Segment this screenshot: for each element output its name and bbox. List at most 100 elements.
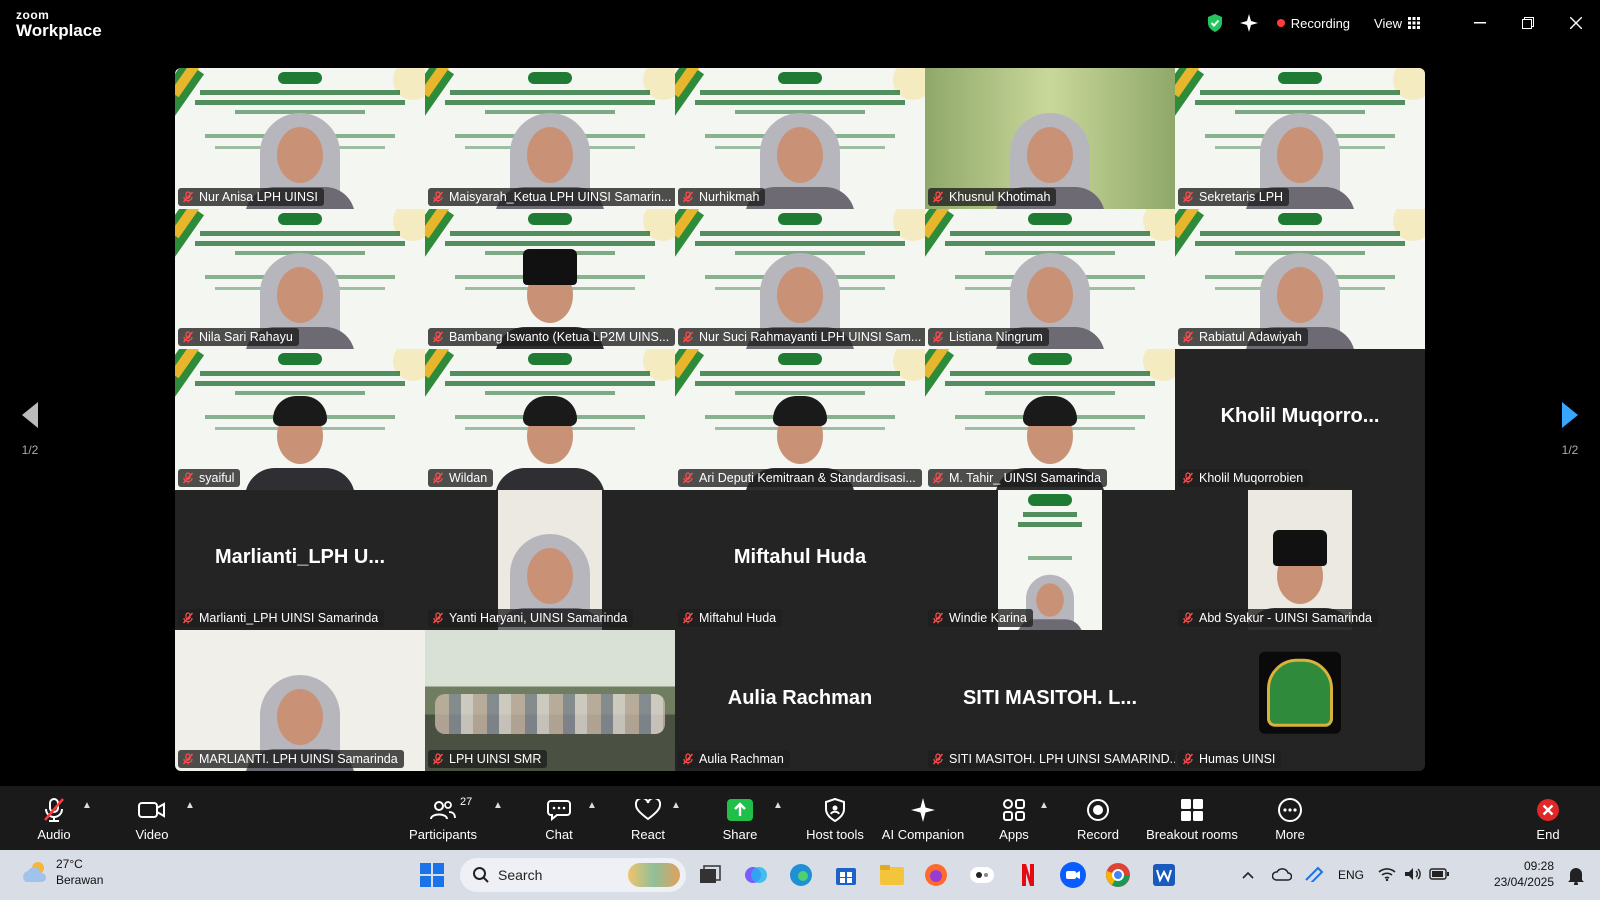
microsoft-store-icon[interactable] (830, 859, 862, 891)
participant-tile[interactable]: Nurhikmah (675, 68, 925, 209)
participant-tile[interactable]: syaiful (175, 349, 425, 490)
participant-tile[interactable]: Yanti Haryani, UINSI Samarinda (425, 489, 675, 631)
copilot-icon[interactable] (740, 859, 772, 891)
participant-tile[interactable]: M. Tahir_ UINSI Samarinda (925, 349, 1175, 490)
cloud-sun-icon (23, 862, 47, 882)
view-button[interactable]: View (1374, 16, 1420, 31)
participant-name: Nurhikmah (699, 189, 760, 204)
participant-tile[interactable]: Miftahul Huda Miftahul Huda (675, 489, 925, 631)
participant-tile[interactable]: Abd Syakur - UINSI Samarinda (1175, 489, 1425, 631)
mic-muted-icon (432, 472, 444, 484)
breakout-rooms-button[interactable]: Breakout rooms (1146, 786, 1238, 850)
record-button[interactable]: Record (1075, 786, 1121, 850)
participant-tile[interactable]: Nur Anisa LPH UINSI (175, 68, 425, 209)
taskbar-clock[interactable]: 09:28 23/04/2025 (1494, 858, 1554, 890)
start-windows-icon[interactable] (416, 859, 448, 891)
participant-tile[interactable]: Sekretaris LPH (1175, 68, 1425, 209)
react-options-caret-icon[interactable]: ▲ (671, 800, 681, 811)
react-button[interactable]: React (628, 786, 668, 850)
chat-options-caret-icon[interactable]: ▲ (587, 800, 597, 811)
taskbar-search-box[interactable]: Search (460, 858, 686, 892)
participant-tile[interactable]: Windie Karina (925, 489, 1175, 631)
pen-ime-icon[interactable] (1298, 866, 1330, 885)
encryption-shield-icon[interactable] (1201, 0, 1229, 46)
cloud-sync-icon[interactable] (1266, 867, 1298, 884)
language-indicator[interactable]: ENG (1338, 868, 1374, 882)
audio-options-caret-icon[interactable]: ▲ (82, 800, 92, 811)
recording-indicator[interactable]: Recording (1276, 16, 1350, 31)
wifi-icon[interactable] (1374, 867, 1400, 884)
volume-icon[interactable] (1400, 867, 1426, 884)
netflix-icon[interactable] (1012, 859, 1044, 891)
participant-name: Bambang Iswanto (Ketua LP2M UINS... (449, 330, 670, 345)
share-options-caret-icon[interactable]: ▲ (773, 800, 783, 811)
more-button[interactable]: More (1270, 786, 1310, 850)
page-indicator-left: 1/2 (21, 443, 39, 457)
apps-options-caret-icon[interactable]: ▲ (1039, 800, 1049, 811)
host-tools-button[interactable]: Host tools (803, 786, 867, 850)
weather-condition: Berawan (56, 873, 104, 887)
close-window-icon[interactable] (1552, 0, 1600, 46)
participant-tile[interactable]: Listiana Ningrum (925, 208, 1175, 350)
participant-tile[interactable]: Aulia Rachman Aulia Rachman (675, 630, 925, 771)
participant-name-label: Nur Suci Rahmayanti LPH UINSI Sam... (678, 328, 925, 347)
weather-widget[interactable]: 27°C Berawan (20, 856, 103, 888)
participant-tile[interactable]: Bambang Iswanto (Ketua LP2M UINS... (425, 208, 675, 350)
battery-icon[interactable] (1426, 867, 1452, 883)
video-button[interactable]: Video (130, 786, 174, 850)
chat-button[interactable]: Chat (538, 786, 580, 850)
mic-muted-icon (1182, 612, 1194, 624)
next-page-button[interactable]: 1/2 (1550, 400, 1590, 457)
participant-tile[interactable]: Kholil Muqorro... Kholil Muqorrobien (1175, 349, 1425, 490)
clock-date: 23/04/2025 (1493, 875, 1554, 889)
notification-bell-icon[interactable] (1560, 859, 1592, 891)
brand-small: zoom (16, 8, 50, 22)
participant-tile[interactable]: Rabiatul Adawiyah (1175, 208, 1425, 350)
mic-muted-icon (182, 331, 194, 343)
video-options-caret-icon[interactable]: ▲ (185, 800, 195, 811)
participant-tile[interactable]: Nila Sari Rahayu (175, 208, 425, 350)
participant-tile[interactable]: Khusnul Khotimah (925, 68, 1175, 209)
end-meeting-button[interactable]: End (1528, 786, 1568, 850)
grid-icon (1408, 17, 1420, 29)
react-label: React (631, 826, 665, 842)
ai-sparkle-icon[interactable] (1235, 0, 1263, 46)
tray-overflow-chevron-icon[interactable] (1236, 868, 1260, 882)
participant-tile[interactable]: Humas UINSI (1175, 630, 1425, 771)
task-view-icon[interactable] (694, 859, 726, 891)
minimize-window-icon[interactable] (1456, 0, 1504, 46)
participants-options-caret-icon[interactable]: ▲ (493, 800, 503, 811)
audio-label: Audio (37, 826, 71, 842)
participant-name: Miftahul Huda (699, 611, 777, 626)
zoom-taskbar-icon[interactable] (1057, 859, 1089, 891)
audio-button[interactable]: Audio (34, 786, 74, 850)
apps-button[interactable]: Apps (994, 786, 1034, 850)
edge-browser-icon[interactable] (785, 859, 817, 891)
participant-name-label: Khusnul Khotimah (928, 187, 1057, 206)
webcam-app-icon[interactable] (966, 859, 998, 891)
end-call-icon (1537, 798, 1559, 821)
file-explorer-icon[interactable] (876, 859, 908, 891)
previous-page-button[interactable]: 1/2 (10, 400, 50, 457)
participant-tile[interactable]: Nur Suci Rahmayanti LPH UINSI Sam... (675, 208, 925, 350)
mic-muted-icon (44, 797, 64, 822)
word-icon[interactable] (1148, 859, 1180, 891)
participant-tile[interactable]: SITI MASITOH. L... SITI MASITOH. LPH UINS… (925, 630, 1175, 771)
participant-tile[interactable]: Wildan (425, 349, 675, 490)
participant-video-person (245, 376, 355, 490)
chrome-icon[interactable] (1102, 859, 1134, 891)
ai-companion-button[interactable]: AI Companion (880, 786, 966, 850)
participant-tile[interactable]: LPH UINSI SMR (425, 630, 675, 771)
participant-name: Ari Deputi Kemitraan & Standardisasi... (699, 470, 916, 485)
participant-tile[interactable]: Maisyarah_Ketua LPH UINSI Samarin... (425, 68, 675, 209)
participant-tile[interactable]: Ari Deputi Kemitraan & Standardisasi... (675, 349, 925, 490)
chat-bubble-icon (547, 799, 571, 821)
firefox-icon[interactable] (920, 859, 952, 891)
participant-tile[interactable]: MARLIANTI. LPH UINSI Samarinda (175, 630, 425, 771)
mic-muted-icon (1182, 472, 1194, 484)
mic-muted-icon (182, 612, 194, 624)
participant-tile[interactable]: Marlianti_LPH U... Marlianti_LPH UINSI Sa… (175, 489, 425, 631)
participant-name: Windie Karina (949, 611, 1027, 626)
restore-window-icon[interactable] (1504, 0, 1552, 46)
share-button[interactable]: Share (720, 786, 760, 850)
